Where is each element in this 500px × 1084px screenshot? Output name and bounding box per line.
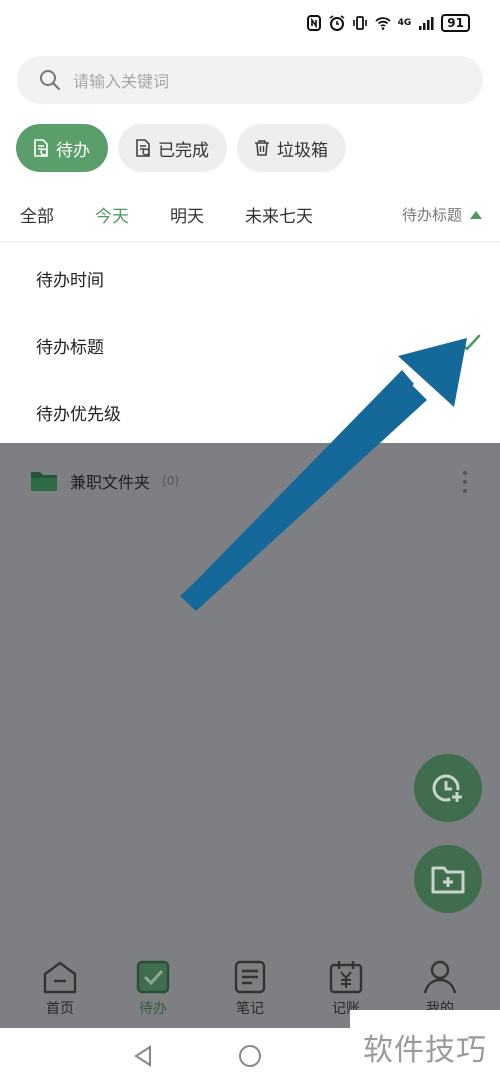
status-icons: 4G 91 (306, 14, 470, 32)
vibrate-icon (352, 16, 367, 30)
alarm-icon (329, 15, 345, 31)
ledger-icon (329, 961, 363, 994)
status-bar: 4G 91 (0, 0, 500, 48)
signal-icon (419, 17, 434, 30)
dim-overlay[interactable]: 兼职文件夹 (0) (0, 443, 500, 948)
date-tabs: 全部 今天 明天 未来七天 待办标题 (0, 190, 500, 242)
nfc-icon (306, 15, 321, 31)
search-icon (40, 70, 61, 91)
sort-option-priority[interactable]: 待办优先级 (36, 400, 121, 425)
chip-completed[interactable]: 已完成 (118, 124, 227, 172)
folder-count: (0) (162, 474, 180, 488)
add-reminder-button[interactable] (414, 754, 482, 822)
watermark-text: 软件技巧 (350, 1010, 500, 1084)
nav-notes[interactable]: 笔记 (215, 960, 285, 1018)
search-input[interactable]: 请输入关键词 (73, 68, 169, 92)
status-filter-chips: 待办 已完成 垃圾箱 (16, 124, 346, 172)
chip-completed-label: 已完成 (158, 140, 209, 161)
checkbox-icon (136, 960, 170, 994)
todo-doc-icon (34, 139, 48, 157)
nav-home-label: 首页 (46, 1001, 74, 1017)
nav-notes-label: 笔记 (236, 1001, 264, 1017)
tab-today[interactable]: 今天 (95, 202, 129, 227)
chip-todo[interactable]: 待办 (16, 124, 108, 172)
profile-icon (423, 960, 457, 994)
sort-menu: 待办时间 待办标题 待办优先级 (0, 243, 500, 443)
nav-home[interactable]: 首页 (25, 960, 95, 1018)
add-folder-button[interactable] (414, 845, 482, 913)
chip-trash[interactable]: 垃圾箱 (237, 124, 346, 172)
notes-icon (234, 960, 266, 994)
chip-todo-label: 待办 (56, 140, 90, 161)
sort-ascending-icon (470, 210, 482, 219)
folder-icon (31, 472, 57, 491)
nav-todo[interactable]: 待办 (118, 960, 188, 1018)
nav-todo-label: 待办 (139, 1001, 167, 1017)
more-options-icon[interactable] (462, 471, 468, 493)
trash-icon (255, 140, 269, 156)
tab-next-seven-days[interactable]: 未来七天 (245, 202, 313, 227)
home-circle-icon[interactable] (238, 1044, 262, 1068)
sort-option-time[interactable]: 待办时间 (36, 266, 104, 291)
folder-name: 兼职文件夹 (70, 473, 151, 492)
wifi-icon (375, 17, 391, 30)
tab-all[interactable]: 全部 (20, 202, 54, 227)
sort-selector[interactable]: 待办标题 (402, 204, 482, 225)
home-icon (43, 961, 77, 994)
sort-option-title[interactable]: 待办标题 (36, 333, 104, 358)
tab-tomorrow[interactable]: 明天 (170, 202, 204, 227)
add-folder-icon (431, 866, 465, 894)
sort-label: 待办标题 (401, 206, 462, 224)
folder-row[interactable]: 兼职文件夹 (0) (30, 469, 179, 493)
network-type: 4G (397, 17, 412, 28)
chip-trash-label: 垃圾箱 (277, 140, 328, 161)
done-doc-icon (136, 139, 150, 157)
battery-indicator: 91 (441, 14, 470, 32)
back-icon[interactable] (132, 1044, 154, 1068)
add-reminder-icon (432, 774, 464, 804)
search-bar[interactable]: 请输入关键词 (17, 56, 483, 104)
checkmark-icon (459, 334, 481, 351)
